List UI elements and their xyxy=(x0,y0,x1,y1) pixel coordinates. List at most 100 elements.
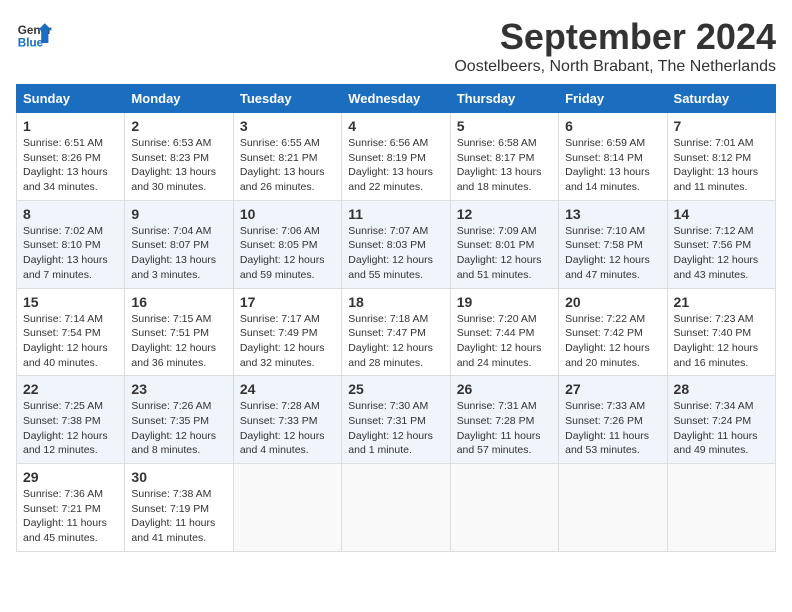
day-info: Sunrise: 7:34 AMSunset: 7:24 PMDaylight:… xyxy=(674,399,769,458)
calendar-cell xyxy=(233,464,341,552)
day-info: Sunrise: 7:07 AMSunset: 8:03 PMDaylight:… xyxy=(348,224,443,283)
day-number: 20 xyxy=(565,294,660,310)
column-header-thursday: Thursday xyxy=(450,85,558,113)
day-info: Sunrise: 7:28 AMSunset: 7:33 PMDaylight:… xyxy=(240,399,335,458)
day-info: Sunrise: 7:25 AMSunset: 7:38 PMDaylight:… xyxy=(23,399,118,458)
page-header: General Blue September 2024 Oostelbeers,… xyxy=(16,16,776,76)
calendar-cell: 20 Sunrise: 7:22 AMSunset: 7:42 PMDayligh… xyxy=(559,288,667,376)
day-info: Sunrise: 7:26 AMSunset: 7:35 PMDaylight:… xyxy=(131,399,226,458)
calendar-cell: 22 Sunrise: 7:25 AMSunset: 7:38 PMDayligh… xyxy=(17,376,125,464)
calendar-week-row: 8Sunrise: 7:02 AMSunset: 8:10 PMDaylight… xyxy=(17,200,776,288)
calendar-cell: 24 Sunrise: 7:28 AMSunset: 7:33 PMDayligh… xyxy=(233,376,341,464)
calendar-cell: 4 Sunrise: 6:56 AMSunset: 8:19 PMDaylight… xyxy=(342,113,450,201)
column-header-wednesday: Wednesday xyxy=(342,85,450,113)
day-number: 4 xyxy=(348,118,443,134)
day-number: 29 xyxy=(23,469,118,485)
day-info: Sunrise: 7:18 AMSunset: 7:47 PMDaylight:… xyxy=(348,312,443,371)
calendar-cell: 18 Sunrise: 7:18 AMSunset: 7:47 PMDayligh… xyxy=(342,288,450,376)
title-area: September 2024 Oostelbeers, North Braban… xyxy=(454,16,776,76)
calendar-cell: 8Sunrise: 7:02 AMSunset: 8:10 PMDaylight… xyxy=(17,200,125,288)
logo: General Blue xyxy=(16,16,56,52)
calendar-cell: 17Sunrise: 7:17 AMSunset: 7:49 PMDayligh… xyxy=(233,288,341,376)
calendar-cell: 5 Sunrise: 6:58 AMSunset: 8:17 PMDaylight… xyxy=(450,113,558,201)
day-info: Sunrise: 7:23 AMSunset: 7:40 PMDaylight:… xyxy=(674,312,769,371)
calendar-cell: 27 Sunrise: 7:33 AMSunset: 7:26 PMDayligh… xyxy=(559,376,667,464)
day-number: 9 xyxy=(131,206,226,222)
calendar-cell: 6 Sunrise: 6:59 AMSunset: 8:14 PMDaylight… xyxy=(559,113,667,201)
day-number: 16 xyxy=(131,294,226,310)
calendar-week-row: 22 Sunrise: 7:25 AMSunset: 7:38 PMDayligh… xyxy=(17,376,776,464)
calendar-cell xyxy=(450,464,558,552)
column-header-monday: Monday xyxy=(125,85,233,113)
calendar-cell: 16Sunrise: 7:15 AMSunset: 7:51 PMDayligh… xyxy=(125,288,233,376)
day-number: 15 xyxy=(23,294,118,310)
calendar-cell: 3 Sunrise: 6:55 AMSunset: 8:21 PMDaylight… xyxy=(233,113,341,201)
location-title: Oostelbeers, North Brabant, The Netherla… xyxy=(454,58,776,76)
day-number: 2 xyxy=(131,118,226,134)
calendar-cell: 15Sunrise: 7:14 AMSunset: 7:54 PMDayligh… xyxy=(17,288,125,376)
day-number: 19 xyxy=(457,294,552,310)
day-number: 23 xyxy=(131,381,226,397)
day-number: 27 xyxy=(565,381,660,397)
day-number: 26 xyxy=(457,381,552,397)
day-info: Sunrise: 7:04 AMSunset: 8:07 PMDaylight:… xyxy=(131,224,226,283)
day-number: 3 xyxy=(240,118,335,134)
column-header-sunday: Sunday xyxy=(17,85,125,113)
day-number: 22 xyxy=(23,381,118,397)
calendar-header-row: SundayMondayTuesdayWednesdayThursdayFrid… xyxy=(17,85,776,113)
calendar-cell: 30 Sunrise: 7:38 AMSunset: 7:19 PMDayligh… xyxy=(125,464,233,552)
calendar-week-row: 29Sunrise: 7:36 AMSunset: 7:21 PMDayligh… xyxy=(17,464,776,552)
day-info: Sunrise: 7:38 AMSunset: 7:19 PMDaylight:… xyxy=(131,487,226,546)
day-info: Sunrise: 7:12 AMSunset: 7:56 PMDaylight:… xyxy=(674,224,769,283)
day-number: 18 xyxy=(348,294,443,310)
day-number: 21 xyxy=(674,294,769,310)
day-info: Sunrise: 6:51 AMSunset: 8:26 PMDaylight:… xyxy=(23,136,118,195)
day-info: Sunrise: 7:33 AMSunset: 7:26 PMDaylight:… xyxy=(565,399,660,458)
day-number: 17 xyxy=(240,294,335,310)
day-info: Sunrise: 6:53 AMSunset: 8:23 PMDaylight:… xyxy=(131,136,226,195)
day-info: Sunrise: 7:09 AMSunset: 8:01 PMDaylight:… xyxy=(457,224,552,283)
day-info: Sunrise: 6:59 AMSunset: 8:14 PMDaylight:… xyxy=(565,136,660,195)
day-number: 28 xyxy=(674,381,769,397)
calendar-cell: 19 Sunrise: 7:20 AMSunset: 7:44 PMDayligh… xyxy=(450,288,558,376)
svg-text:Blue: Blue xyxy=(18,37,44,50)
calendar-cell: 25Sunrise: 7:30 AMSunset: 7:31 PMDayligh… xyxy=(342,376,450,464)
calendar-cell: 26 Sunrise: 7:31 AMSunset: 7:28 PMDayligh… xyxy=(450,376,558,464)
calendar-cell xyxy=(342,464,450,552)
day-info: Sunrise: 6:56 AMSunset: 8:19 PMDaylight:… xyxy=(348,136,443,195)
day-info: Sunrise: 7:06 AMSunset: 8:05 PMDaylight:… xyxy=(240,224,335,283)
day-number: 24 xyxy=(240,381,335,397)
day-number: 11 xyxy=(348,206,443,222)
day-info: Sunrise: 6:58 AMSunset: 8:17 PMDaylight:… xyxy=(457,136,552,195)
day-info: Sunrise: 7:10 AMSunset: 7:58 PMDaylight:… xyxy=(565,224,660,283)
calendar-cell: 14Sunrise: 7:12 AMSunset: 7:56 PMDayligh… xyxy=(667,200,775,288)
calendar-cell: 23 Sunrise: 7:26 AMSunset: 7:35 PMDayligh… xyxy=(125,376,233,464)
day-number: 8 xyxy=(23,206,118,222)
day-info: Sunrise: 7:22 AMSunset: 7:42 PMDaylight:… xyxy=(565,312,660,371)
column-header-tuesday: Tuesday xyxy=(233,85,341,113)
column-header-saturday: Saturday xyxy=(667,85,775,113)
day-number: 30 xyxy=(131,469,226,485)
calendar-cell xyxy=(667,464,775,552)
calendar-cell xyxy=(559,464,667,552)
calendar-cell: 29Sunrise: 7:36 AMSunset: 7:21 PMDayligh… xyxy=(17,464,125,552)
month-title: September 2024 xyxy=(454,16,776,58)
column-header-friday: Friday xyxy=(559,85,667,113)
calendar-cell: 13Sunrise: 7:10 AMSunset: 7:58 PMDayligh… xyxy=(559,200,667,288)
calendar-cell: 12 Sunrise: 7:09 AMSunset: 8:01 PMDayligh… xyxy=(450,200,558,288)
day-number: 5 xyxy=(457,118,552,134)
calendar-cell: 21 Sunrise: 7:23 AMSunset: 7:40 PMDayligh… xyxy=(667,288,775,376)
day-info: Sunrise: 7:01 AMSunset: 8:12 PMDaylight:… xyxy=(674,136,769,195)
calendar-cell: 7Sunrise: 7:01 AMSunset: 8:12 PMDaylight… xyxy=(667,113,775,201)
day-number: 1 xyxy=(23,118,118,134)
day-info: Sunrise: 7:20 AMSunset: 7:44 PMDaylight:… xyxy=(457,312,552,371)
day-info: Sunrise: 7:31 AMSunset: 7:28 PMDaylight:… xyxy=(457,399,552,458)
day-number: 6 xyxy=(565,118,660,134)
day-info: Sunrise: 7:30 AMSunset: 7:31 PMDaylight:… xyxy=(348,399,443,458)
calendar-week-row: 15Sunrise: 7:14 AMSunset: 7:54 PMDayligh… xyxy=(17,288,776,376)
calendar-table: SundayMondayTuesdayWednesdayThursdayFrid… xyxy=(16,84,776,552)
day-number: 12 xyxy=(457,206,552,222)
logo-icon: General Blue xyxy=(16,16,52,52)
day-info: Sunrise: 6:55 AMSunset: 8:21 PMDaylight:… xyxy=(240,136,335,195)
calendar-cell: 1 Sunrise: 6:51 AMSunset: 8:26 PMDaylight… xyxy=(17,113,125,201)
